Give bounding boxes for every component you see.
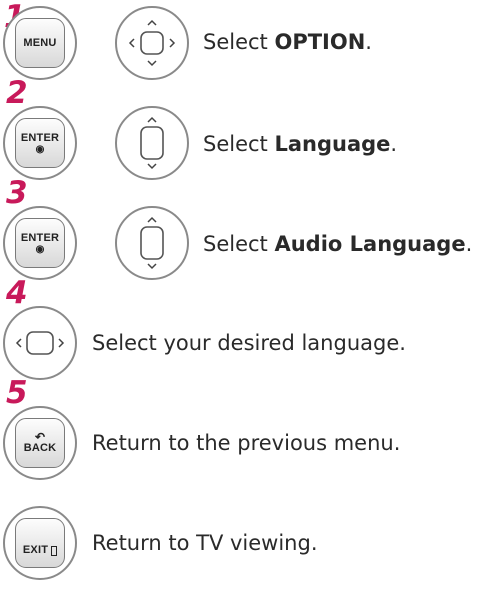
menu-button-circle: MENU	[3, 6, 77, 80]
enter-dot-icon: ◉	[35, 143, 45, 155]
step-exit: EXIT Return to TV viewing.	[0, 500, 503, 590]
step-number: 5	[6, 375, 28, 411]
step-3-instruction: Select Audio Language.	[203, 232, 473, 256]
up-down-arrow-pad-icon	[123, 214, 181, 272]
step-number: 2	[6, 75, 28, 111]
step-4: 4 Select your desired language.	[0, 278, 503, 390]
up-down-arrow-pad-icon	[123, 114, 181, 172]
exit-button-circle: EXIT	[3, 506, 77, 580]
back-arrow-icon: ↶	[34, 430, 46, 444]
step-1-instruction: Select OPTION.	[203, 30, 372, 54]
back-button-circle: ↶ BACK	[3, 406, 77, 480]
menu-button-label: MENU	[23, 37, 57, 49]
step-1: 1 MENU Select OPTION.	[0, 0, 503, 90]
step-2-instruction: Select Language.	[203, 132, 398, 156]
back-button: ↶ BACK	[15, 418, 65, 468]
enter-button: ENTER ◉	[15, 218, 65, 268]
left-right-arrow-pad-icon	[11, 314, 69, 372]
menu-button: MENU	[15, 18, 65, 68]
navigation-pad-circle	[115, 6, 189, 80]
step-5-instruction: Return to the previous menu.	[92, 431, 401, 455]
step-number: 4	[6, 275, 28, 311]
exit-button-label: EXIT	[22, 544, 49, 556]
enter-button: ENTER ◉	[15, 118, 65, 168]
enter-button-label: ENTER	[20, 131, 60, 144]
step-5: 5 ↶ BACK Return to the previous menu.	[0, 378, 503, 490]
exit-instruction: Return to TV viewing.	[92, 531, 318, 555]
step-number: 3	[6, 175, 28, 211]
back-button-label: BACK	[23, 442, 57, 454]
enter-dot-icon: ◉	[35, 243, 45, 255]
navigation-pad-circle	[3, 306, 77, 380]
four-way-arrow-pad-icon	[123, 14, 181, 72]
enter-button-circle: ENTER ◉	[3, 106, 77, 180]
enter-button-label: ENTER	[20, 231, 60, 244]
navigation-pad-circle	[115, 206, 189, 280]
step-2: 2 ENTER ◉ Select Language.	[0, 78, 503, 190]
navigation-pad-circle	[115, 106, 189, 180]
exit-door-icon	[51, 546, 58, 556]
step-4-instruction: Select your desired language.	[92, 331, 406, 355]
step-3: 3 ENTER ◉ Select Audio Language.	[0, 178, 503, 290]
exit-button: EXIT	[15, 518, 65, 568]
enter-button-circle: ENTER ◉	[3, 206, 77, 280]
